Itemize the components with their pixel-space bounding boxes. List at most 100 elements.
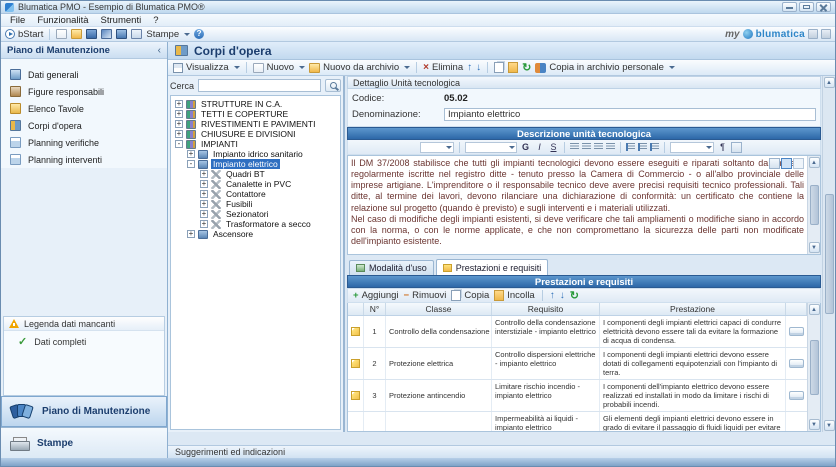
expander-icon[interactable]: + xyxy=(200,220,208,228)
color-dropdown[interactable] xyxy=(670,142,714,153)
tree-item[interactable]: +Sezionatori xyxy=(173,209,340,219)
move-up-button[interactable]: ↑ xyxy=(467,63,472,73)
italic-button[interactable]: I xyxy=(534,142,545,153)
tab-prestazioni-requisiti[interactable]: Prestazioni e requisiti xyxy=(436,259,549,275)
scroll-thumb[interactable] xyxy=(810,185,819,225)
tree-item[interactable]: +TETTI E COPERTURE xyxy=(173,109,340,119)
sidebar-item-planning-interventi[interactable]: Planning interventi xyxy=(1,151,167,168)
tree-item[interactable]: +Fusibili xyxy=(173,199,340,209)
scroll-thumb[interactable] xyxy=(810,340,819,395)
expander-icon[interactable]: - xyxy=(175,140,183,148)
panel-scrollbar[interactable]: ▲ ▼ xyxy=(822,76,835,432)
sidebar-item-elenco-tavole[interactable]: Elenco Tavole xyxy=(1,100,167,117)
export-word-icon[interactable] xyxy=(131,29,142,39)
align-left-icon[interactable] xyxy=(570,143,579,151)
font-dropdown[interactable] xyxy=(465,142,517,153)
new-document-icon[interactable] xyxy=(56,29,67,39)
elimina-button[interactable]: × Elimina xyxy=(423,62,463,73)
bstart-button[interactable]: bStart xyxy=(5,29,43,40)
expander-icon[interactable]: + xyxy=(175,120,183,128)
expander-icon[interactable]: + xyxy=(175,110,183,118)
visualizza-button[interactable]: Visualizza xyxy=(173,62,240,73)
underline-button[interactable]: S xyxy=(548,142,559,153)
bold-button[interactable]: G xyxy=(520,142,531,153)
expander-icon[interactable]: + xyxy=(175,130,183,138)
stampe-menu-button[interactable]: Stampe xyxy=(146,29,190,40)
nuovo-button[interactable]: Nuovo xyxy=(253,62,305,73)
refresh-icon[interactable]: ↻ xyxy=(522,63,531,73)
tree-item[interactable]: +Quadri BT xyxy=(173,169,340,179)
expander-icon[interactable]: + xyxy=(175,100,183,108)
tree-item[interactable]: +Impianto idrico sanitario xyxy=(173,149,340,159)
sidebar-item-planning-verifiche[interactable]: Planning verifiche xyxy=(1,134,167,151)
col-requisito[interactable]: Requisito xyxy=(492,303,600,315)
fullscreen-icon[interactable] xyxy=(731,142,742,153)
open-icon[interactable] xyxy=(71,29,82,39)
nuovo-da-archivio-button[interactable]: Nuovo da archivio xyxy=(309,62,410,73)
expander-icon[interactable]: + xyxy=(200,210,208,218)
help-icon[interactable]: ? xyxy=(194,29,204,39)
tree-item-selected[interactable]: -Impianto elettrico xyxy=(173,159,340,169)
aggiungi-button[interactable]: + Aggiungi xyxy=(353,290,399,301)
menu-help[interactable]: ? xyxy=(147,15,164,26)
tree-item[interactable]: +RIVESTIMENTI E PAVIMENTI xyxy=(173,119,340,129)
expander-icon[interactable]: + xyxy=(187,150,195,158)
stampe-button[interactable]: Stampe xyxy=(1,427,167,458)
tree-item[interactable]: +Trasformatore a secco xyxy=(173,219,340,229)
copy-icon[interactable] xyxy=(494,62,504,73)
move-icon[interactable] xyxy=(793,158,804,169)
tree-item[interactable]: +Canalette in PVC xyxy=(173,179,340,189)
close-button[interactable] xyxy=(816,2,831,12)
denominazione-input[interactable] xyxy=(444,108,816,121)
expander-icon[interactable]: + xyxy=(200,190,208,198)
account-icon[interactable] xyxy=(808,29,818,39)
description-editor[interactable]: Il DM 37/2008 stabilisce che tutti gli i… xyxy=(347,155,821,255)
scroll-up-icon[interactable]: ▲ xyxy=(809,304,820,315)
copia-archivio-button[interactable]: Copia in archivio personale xyxy=(535,62,675,73)
expander-icon[interactable]: - xyxy=(187,160,195,168)
justify-selected-icon[interactable] xyxy=(781,158,792,169)
col-n[interactable]: N° xyxy=(364,303,386,315)
tree-item[interactable]: +Contattore xyxy=(173,189,340,199)
move-down-button[interactable]: ↓ xyxy=(476,63,481,73)
search-input[interactable] xyxy=(198,79,321,92)
edit-icon[interactable] xyxy=(101,29,112,39)
indent-icon[interactable] xyxy=(650,143,659,151)
sidebar-item-figure-responsabili[interactable]: Figure responsabili xyxy=(1,83,167,100)
tree-item[interactable]: -IMPIANTI xyxy=(173,139,340,149)
scroll-down-icon[interactable]: ▼ xyxy=(809,419,820,430)
row-detail-button[interactable] xyxy=(789,359,804,368)
pilcrow-button[interactable]: ¶ xyxy=(717,142,728,153)
piano-manutenzione-button[interactable]: Piano di Manutenzione xyxy=(1,396,167,427)
style-dropdown[interactable] xyxy=(420,142,454,153)
expander-icon[interactable]: + xyxy=(200,170,208,178)
row-up-button[interactable]: ↑ xyxy=(550,291,555,301)
expander-icon[interactable]: + xyxy=(187,230,195,238)
table-row[interactable]: 2 Protezione elettrica Controllo dispers… xyxy=(348,348,807,380)
table-row[interactable]: 1 Controllo della condensazione inter...… xyxy=(348,316,807,348)
scroll-up-icon[interactable]: ▲ xyxy=(809,157,820,168)
numbered-list-icon[interactable] xyxy=(638,143,647,151)
scroll-thumb[interactable] xyxy=(825,194,834,314)
row-down-button[interactable]: ↓ xyxy=(560,291,565,301)
expander-icon[interactable]: + xyxy=(200,200,208,208)
copia-button[interactable]: Copia xyxy=(451,290,489,301)
tab-modalita-duso[interactable]: Modalità d'uso xyxy=(349,260,434,275)
tree-item[interactable]: +Ascensore xyxy=(173,229,340,239)
tree-item[interactable]: +CHIUSURE E DIVISIONI xyxy=(173,129,340,139)
incolla-button[interactable]: Incolla xyxy=(494,290,534,301)
menu-strumenti[interactable]: Strumenti xyxy=(95,15,148,26)
table-scrollbar[interactable]: ▲ ▼ xyxy=(807,303,820,431)
align-justify-icon[interactable] xyxy=(606,143,615,151)
menu-file[interactable]: File xyxy=(4,15,31,26)
save-as-icon[interactable] xyxy=(116,29,127,39)
save-icon[interactable] xyxy=(86,29,97,39)
paste-icon[interactable] xyxy=(508,62,518,73)
expander-icon[interactable]: + xyxy=(200,180,208,188)
table-row[interactable]: 3 Protezione antincendio Limitare rischi… xyxy=(348,380,807,412)
col-classe[interactable]: Classe xyxy=(386,303,492,315)
minimize-button[interactable] xyxy=(782,2,797,12)
scroll-down-icon[interactable]: ▼ xyxy=(824,420,835,431)
table-row[interactable]: 4 Impermeabilità ai liquidi Impermeabili… xyxy=(348,412,807,432)
scroll-down-icon[interactable]: ▼ xyxy=(809,242,820,253)
